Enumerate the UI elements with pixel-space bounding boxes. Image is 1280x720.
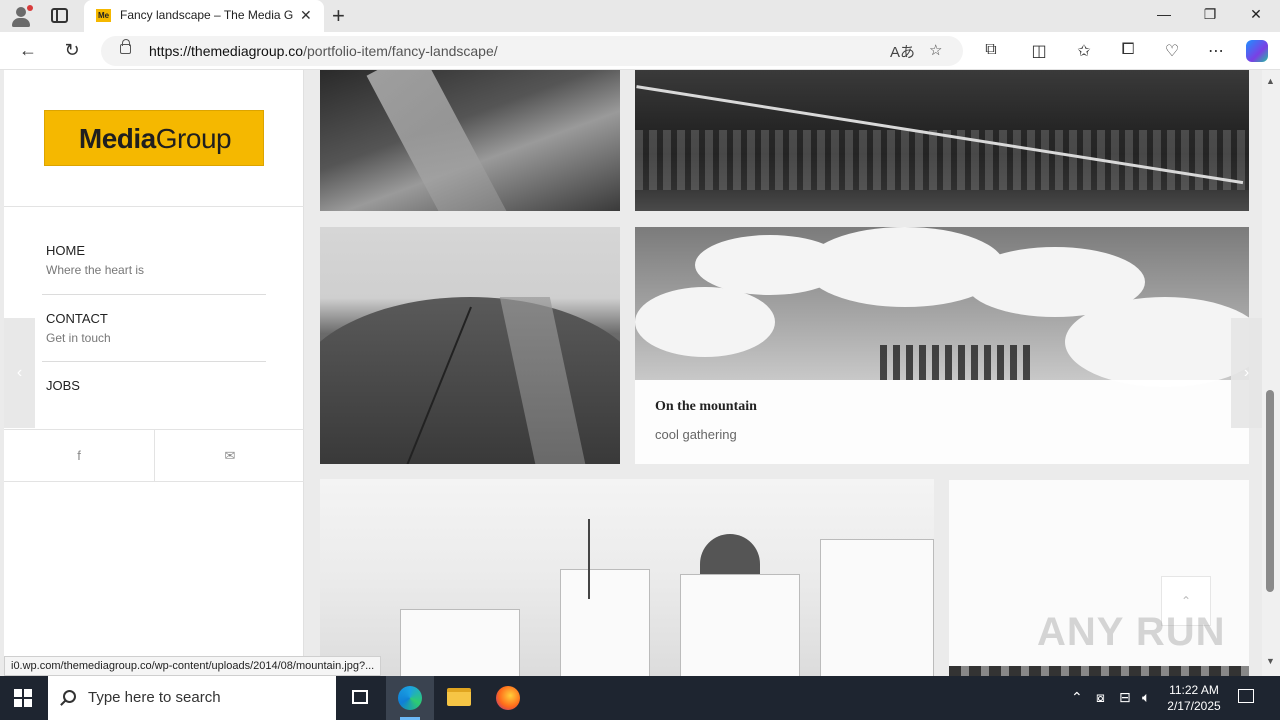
edge-icon bbox=[398, 686, 422, 710]
page-scrollbar[interactable]: ▲ ▼ bbox=[1262, 70, 1280, 676]
browser-tab[interactable]: Me Fancy landscape – The Media Group ✕ bbox=[84, 0, 324, 32]
reload-icon[interactable]: ↻ bbox=[60, 40, 84, 61]
clock-date: 2/17/2025 bbox=[1167, 699, 1221, 713]
favicon-icon: Me bbox=[96, 9, 111, 22]
prev-arrow-icon[interactable]: ‹ bbox=[4, 318, 35, 428]
more-icon[interactable]: ⋯ bbox=[1205, 41, 1227, 61]
gallery-photo-hill[interactable] bbox=[320, 227, 620, 464]
sidebar: MediaGroup HOME Where the heart is CONTA… bbox=[4, 70, 304, 676]
close-tab-icon[interactable]: ✕ bbox=[300, 7, 312, 24]
menu-divider bbox=[42, 294, 266, 295]
caption-title: On the mountain bbox=[655, 399, 757, 414]
firefox-taskbar-button[interactable] bbox=[484, 676, 532, 720]
search-placeholder: Type here to search bbox=[88, 689, 221, 706]
browser-titlebar: Me Fancy landscape – The Media Group ✕ +… bbox=[0, 0, 1280, 32]
folder-icon bbox=[447, 688, 471, 706]
tab-actions-icon[interactable] bbox=[51, 8, 68, 23]
task-view-icon bbox=[352, 690, 368, 704]
webpage: MediaGroup HOME Where the heart is CONTA… bbox=[0, 70, 1262, 676]
url-text[interactable]: https://themediagroup.co/portfolio-item/… bbox=[149, 43, 498, 59]
menu-divider bbox=[42, 361, 266, 362]
menu-subtitle: Where the heart is bbox=[46, 263, 145, 277]
close-window-icon[interactable]: ✕ bbox=[1246, 6, 1266, 23]
menu-title: CONTACT bbox=[46, 311, 108, 326]
menu-title: HOME bbox=[46, 243, 85, 258]
menu-item-contact[interactable]: CONTACT Get in touch bbox=[46, 311, 266, 345]
split-screen-icon[interactable]: ◫ bbox=[1028, 41, 1050, 61]
notifications-icon[interactable] bbox=[1238, 689, 1254, 703]
next-arrow-icon[interactable]: › bbox=[1231, 318, 1262, 428]
taskbar-search[interactable]: Type here to search bbox=[48, 676, 336, 720]
restore-icon[interactable]: ❐ bbox=[1200, 6, 1220, 23]
scroll-thumb[interactable] bbox=[1266, 390, 1274, 592]
collections-icon[interactable]: ⧠ bbox=[1117, 41, 1139, 59]
gallery-photo-mountain[interactable]: On the mountain cool gathering bbox=[635, 227, 1249, 464]
new-tab-icon[interactable]: + bbox=[332, 3, 345, 29]
puzzle-icon[interactable]: ⧉ bbox=[980, 41, 1002, 59]
menu-item-home[interactable]: HOME Where the heart is bbox=[46, 243, 266, 277]
chevron-up-icon[interactable]: ⌃ bbox=[1071, 689, 1083, 706]
star-icon[interactable]: ☆ bbox=[929, 41, 942, 59]
minimize-icon[interactable]: — bbox=[1154, 6, 1174, 22]
menu-subtitle: Get in touch bbox=[46, 331, 111, 345]
gallery-photo-bridge[interactable] bbox=[635, 70, 1249, 211]
lock-icon[interactable] bbox=[120, 39, 131, 54]
divider bbox=[4, 206, 304, 207]
clock-time: 11:22 AM bbox=[1169, 683, 1219, 697]
windows-start-icon[interactable] bbox=[14, 689, 32, 707]
menu-item-jobs[interactable]: JOBS bbox=[46, 378, 266, 393]
firefox-icon bbox=[496, 686, 520, 710]
favorites-icon[interactable]: ✩ bbox=[1073, 41, 1095, 61]
volume-icon[interactable]: 🔈︎ bbox=[1142, 689, 1150, 706]
address-bar[interactable]: https://themediagroup.co/portfolio-item/… bbox=[101, 36, 963, 66]
system-clock[interactable]: 11:22 AM 2/17/2025 bbox=[1160, 682, 1228, 714]
facebook-icon[interactable]: f bbox=[4, 430, 154, 482]
explorer-taskbar-button[interactable] bbox=[435, 676, 483, 720]
back-arrow-icon[interactable]: ← bbox=[16, 40, 40, 61]
photo-caption[interactable]: On the mountain cool gathering bbox=[635, 380, 1249, 464]
scroll-down-icon[interactable]: ▼ bbox=[1266, 656, 1275, 666]
meet-now-icon[interactable]: ⧇ bbox=[1096, 689, 1105, 706]
read-aloud-icon[interactable]: Aあ bbox=[890, 41, 915, 62]
tab-title: Fancy landscape – The Media Group bbox=[120, 8, 294, 22]
taskbar: Type here to search ⌃ ⧇ ⊟ 🔈︎ 11:22 AM 2/… bbox=[0, 676, 1280, 720]
task-view-button[interactable] bbox=[336, 676, 384, 720]
copilot-icon[interactable] bbox=[1246, 40, 1268, 62]
network-icon[interactable]: ⊟ bbox=[1119, 689, 1131, 706]
menu-title: JOBS bbox=[46, 378, 80, 393]
gallery-photo-santorini[interactable] bbox=[320, 479, 934, 676]
link-status-bar: i0.wp.com/themediagroup.co/wp-content/up… bbox=[4, 656, 382, 676]
heart-pulse-icon[interactable]: ♡ bbox=[1161, 41, 1183, 61]
mail-icon[interactable]: ✉ bbox=[155, 430, 305, 482]
social-links: f ✉ bbox=[4, 429, 304, 482]
caption-subtitle: cool gathering bbox=[655, 427, 737, 442]
edge-taskbar-button[interactable] bbox=[386, 676, 434, 720]
profile-icon[interactable] bbox=[10, 5, 33, 27]
gallery-photo-trail[interactable] bbox=[320, 70, 620, 211]
site-logo[interactable]: MediaGroup bbox=[44, 110, 264, 166]
scroll-up-icon[interactable]: ▲ bbox=[1266, 76, 1275, 86]
watermark: ANY RUN bbox=[1037, 610, 1226, 654]
search-icon bbox=[63, 690, 76, 703]
